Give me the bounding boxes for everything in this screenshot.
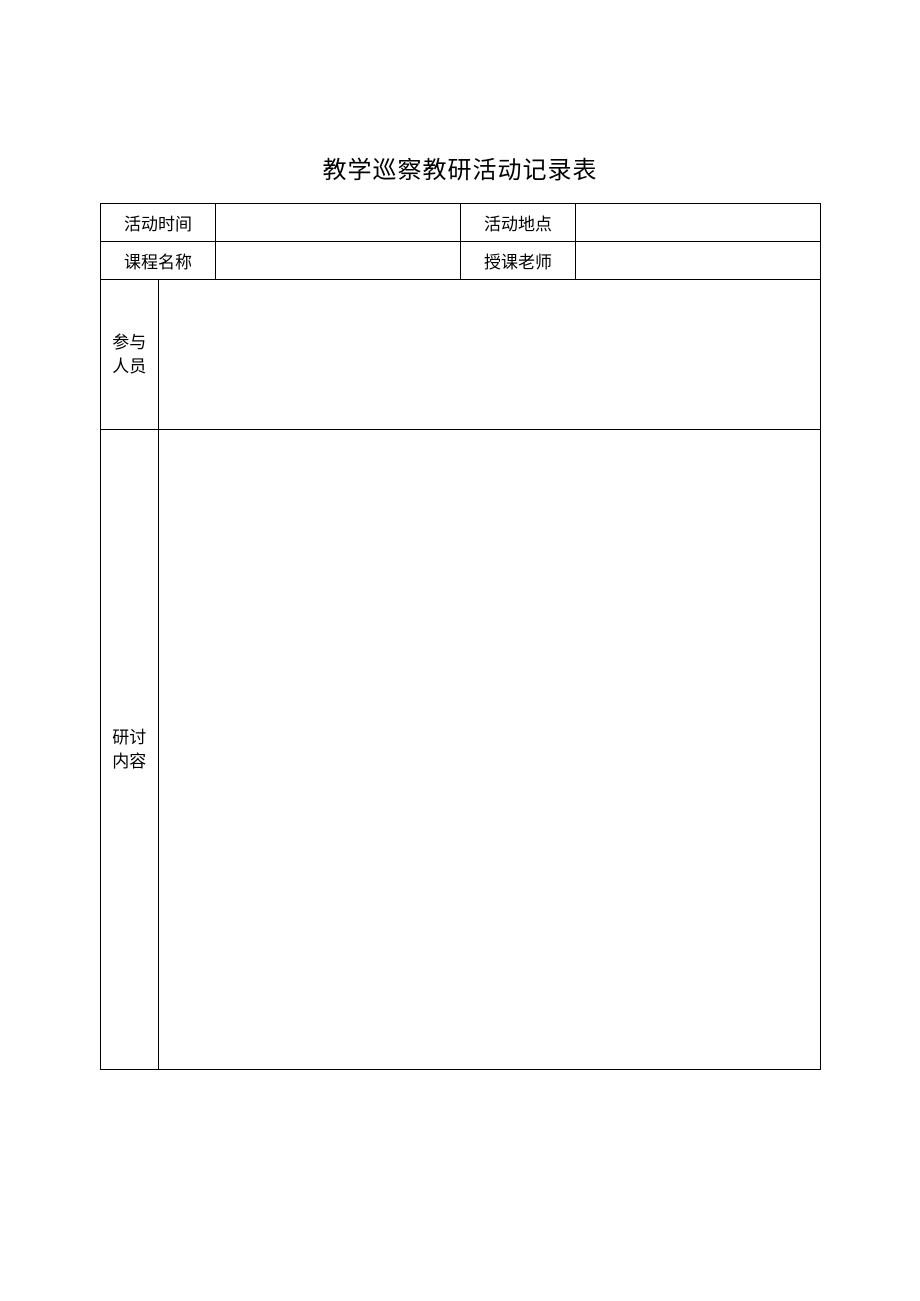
value-participants[interactable] — [158, 280, 821, 430]
label-instructor: 授课老师 — [461, 242, 576, 280]
table-row: 研讨内容 — [101, 430, 821, 1070]
label-activity-time: 活动时间 — [101, 204, 216, 242]
label-participants: 参与人员 — [101, 280, 159, 430]
value-discussion-content[interactable] — [158, 430, 821, 1070]
label-course-name: 课程名称 — [101, 242, 216, 280]
form-title: 教学巡察教研活动记录表 — [100, 150, 820, 185]
value-activity-time[interactable] — [216, 204, 461, 242]
label-activity-location: 活动地点 — [461, 204, 576, 242]
record-table: 活动时间 活动地点 课程名称 授课老师 参与人员 研讨内容 — [100, 203, 821, 1070]
page-container: 教学巡察教研活动记录表 活动时间 活动地点 课程名称 授课老师 参与人员 研讨内… — [0, 0, 920, 1070]
table-row: 课程名称 授课老师 — [101, 242, 821, 280]
table-row: 活动时间 活动地点 — [101, 204, 821, 242]
label-discussion-content: 研讨内容 — [101, 430, 159, 1070]
value-course-name[interactable] — [216, 242, 461, 280]
value-instructor[interactable] — [576, 242, 821, 280]
table-row: 参与人员 — [101, 280, 821, 430]
value-activity-location[interactable] — [576, 204, 821, 242]
